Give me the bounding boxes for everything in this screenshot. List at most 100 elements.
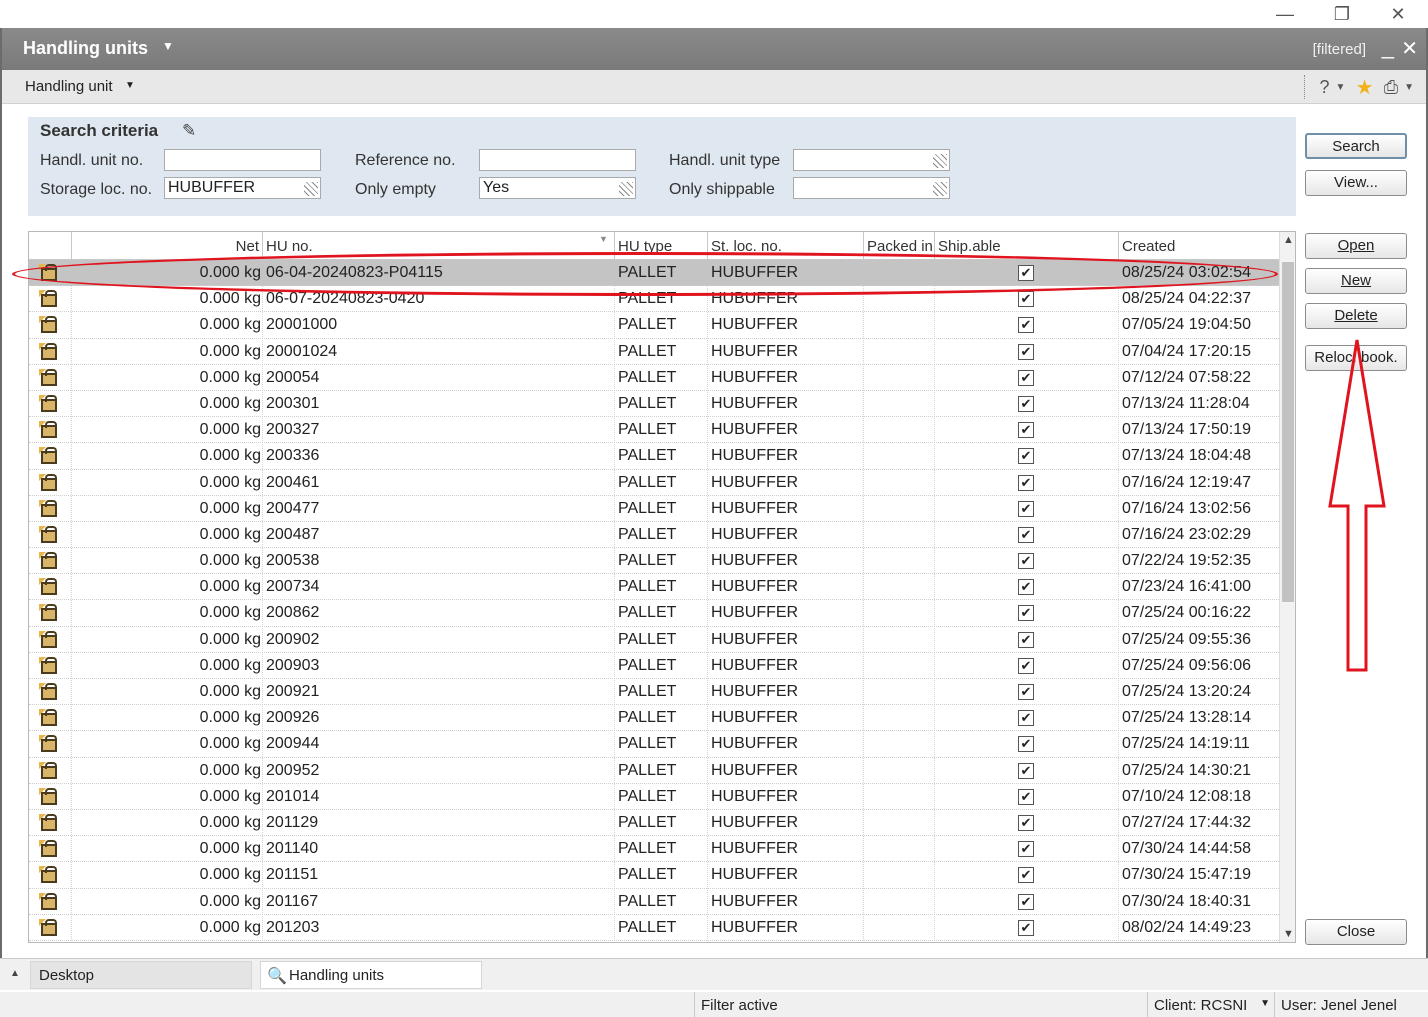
shippable-checkbox[interactable]: ✔: [1018, 448, 1034, 465]
only-shippable-select[interactable]: [793, 177, 950, 199]
tab-handling-units[interactable]: 🔍 Handling units: [260, 961, 482, 989]
client-dropdown-icon[interactable]: ▼: [1260, 998, 1270, 1009]
shippable-checkbox[interactable]: ✔: [1018, 788, 1034, 805]
shippable-checkbox[interactable]: ✔: [1018, 526, 1034, 543]
table-row[interactable]: 0.000 kg 200952 PALLET HUBUFFER ✔ 07/25/24 14…: [29, 758, 1279, 784]
menu-handling-unit[interactable]: Handling unit: [25, 78, 113, 95]
col-hu-no[interactable]: HU no.: [266, 238, 313, 255]
cell-net: 0.000 kg: [199, 735, 261, 753]
table-row[interactable]: 0.000 kg 200336 PALLET HUBUFFER ✔ 07/13/24 18…: [29, 443, 1279, 470]
favorite-star-icon[interactable]: ★: [1356, 75, 1374, 100]
help-dropdown-icon[interactable]: ▼: [1336, 82, 1346, 93]
print-dropdown-icon[interactable]: ▼: [1404, 82, 1414, 93]
table-vertical-scrollbar[interactable]: ▲ ▼: [1279, 232, 1295, 942]
tabs-expand-icon[interactable]: ▲: [10, 968, 20, 979]
shippable-checkbox[interactable]: ✔: [1018, 553, 1034, 570]
scroll-thumb[interactable]: [1282, 262, 1294, 602]
edit-pencil-icon[interactable]: ✎: [182, 121, 196, 141]
table-row[interactable]: 0.000 kg 200862 PALLET HUBUFFER ✔ 07/25/24 00…: [29, 600, 1279, 627]
delete-button[interactable]: Delete: [1305, 303, 1407, 329]
table-row[interactable]: 0.000 kg 201167 PALLET HUBUFFER ✔ 07/30/24 18…: [29, 889, 1279, 915]
shippable-checkbox[interactable]: ✔: [1018, 684, 1034, 700]
table-row[interactable]: 0.000 kg 201129 PALLET HUBUFFER ✔ 07/27/24 17…: [29, 810, 1279, 837]
col-net[interactable]: Net: [73, 238, 259, 255]
close-button[interactable]: Close: [1305, 919, 1407, 945]
panel-titlebar: Handling units ▼ [filtered] _ ✕: [2, 28, 1426, 70]
panel-close-icon[interactable]: ✕: [1401, 36, 1418, 61]
help-icon[interactable]: ?: [1319, 77, 1329, 98]
tab-desktop[interactable]: Desktop: [30, 961, 252, 989]
search-button[interactable]: Search: [1305, 133, 1407, 159]
table-row[interactable]: 0.000 kg 200461 PALLET HUBUFFER ✔ 07/16/24 12…: [29, 470, 1279, 496]
cell-hu-no: 200944: [266, 735, 320, 753]
col-shippable[interactable]: Ship.able: [938, 238, 1001, 255]
annotation-up-arrow: [1328, 339, 1386, 672]
table-row[interactable]: 0.000 kg 200538 PALLET HUBUFFER ✔ 07/22/24 19…: [29, 548, 1279, 575]
table-row[interactable]: 0.000 kg 200301 PALLET HUBUFFER ✔ 07/13/24 11…: [29, 391, 1279, 418]
title-dropdown-icon[interactable]: ▼: [162, 39, 174, 53]
shippable-checkbox[interactable]: ✔: [1018, 841, 1034, 858]
table-row[interactable]: 0.000 kg 201140 PALLET HUBUFFER ✔ 07/30/24 14…: [29, 836, 1279, 863]
minimize-icon[interactable]: —: [1273, 3, 1297, 25]
shippable-checkbox[interactable]: ✔: [1018, 814, 1034, 831]
col-created[interactable]: Created: [1122, 238, 1175, 255]
shippable-checkbox[interactable]: ✔: [1018, 762, 1034, 779]
hu-type-select[interactable]: [793, 149, 950, 171]
table-row[interactable]: 0.000 kg 200902 PALLET HUBUFFER ✔ 07/25/24 09…: [29, 627, 1279, 653]
status-client[interactable]: Client: RCSNI ▼: [1147, 992, 1274, 1017]
shippable-checkbox[interactable]: ✔: [1018, 893, 1034, 910]
table-row[interactable]: 0.000 kg 20001000 PALLET HUBUFFER ✔ 07/05/24 …: [29, 312, 1279, 339]
print-icon[interactable]: ⎙: [1384, 77, 1398, 98]
reference-no-input[interactable]: [479, 149, 636, 171]
panel-title[interactable]: Handling units: [23, 38, 148, 59]
table-row[interactable]: 0.000 kg 201151 PALLET HUBUFFER ✔ 07/30/24 15…: [29, 862, 1279, 889]
pallet-box-icon: [39, 656, 57, 674]
cell-net: 0.000 kg: [199, 709, 261, 727]
table-row[interactable]: 0.000 kg 200944 PALLET HUBUFFER ✔ 07/25/24 14…: [29, 731, 1279, 758]
view-button[interactable]: View...: [1305, 170, 1407, 196]
new-button[interactable]: New: [1305, 268, 1407, 294]
pallet-box-icon: [39, 368, 57, 386]
shippable-checkbox[interactable]: ✔: [1018, 422, 1034, 439]
menu-dropdown-icon[interactable]: ▼: [125, 80, 135, 91]
shippable-checkbox[interactable]: ✔: [1018, 631, 1034, 648]
shippable-checkbox[interactable]: ✔: [1018, 867, 1034, 884]
shippable-checkbox[interactable]: ✔: [1018, 343, 1034, 360]
table-row[interactable]: 0.000 kg 200734 PALLET HUBUFFER ✔ 07/23/24 16…: [29, 574, 1279, 601]
shippable-checkbox[interactable]: ✔: [1018, 579, 1034, 596]
table-row[interactable]: 0.000 kg 200477 PALLET HUBUFFER ✔ 07/16/24 13…: [29, 496, 1279, 522]
scroll-up-icon[interactable]: ▲: [1283, 234, 1294, 246]
scroll-down-icon[interactable]: ▼: [1283, 928, 1294, 940]
col-packed-in[interactable]: Packed in: [867, 238, 933, 255]
shippable-checkbox[interactable]: ✔: [1018, 369, 1034, 386]
storage-loc-select[interactable]: HUBUFFER: [164, 177, 321, 199]
hu-no-input[interactable]: [164, 149, 321, 171]
open-button[interactable]: Open: [1305, 233, 1407, 259]
shippable-checkbox[interactable]: ✔: [1018, 657, 1034, 674]
shippable-checkbox[interactable]: ✔: [1018, 291, 1034, 308]
table-row[interactable]: 0.000 kg 201014 PALLET HUBUFFER ✔ 07/10/24 12…: [29, 784, 1279, 810]
table-row[interactable]: 0.000 kg 200054 PALLET HUBUFFER ✔ 07/12/24 07…: [29, 365, 1279, 391]
shippable-checkbox[interactable]: ✔: [1018, 500, 1034, 517]
table-row[interactable]: 0.000 kg 200487 PALLET HUBUFFER ✔ 07/16/24 23…: [29, 522, 1279, 549]
shippable-checkbox[interactable]: ✔: [1018, 317, 1034, 334]
restore-icon[interactable]: ❐: [1330, 3, 1354, 25]
sort-indicator-icon: ▼: [599, 234, 608, 244]
cell-net: 0.000 kg: [199, 840, 261, 858]
shippable-checkbox[interactable]: ✔: [1018, 474, 1034, 491]
table-row[interactable]: 0.000 kg 200903 PALLET HUBUFFER ✔ 07/25/24 09…: [29, 653, 1279, 679]
table-row[interactable]: 0.000 kg 200921 PALLET HUBUFFER ✔ 07/25/24 13…: [29, 679, 1279, 706]
table-row[interactable]: 0.000 kg 200926 PALLET HUBUFFER ✔ 07/25/24 13…: [29, 705, 1279, 732]
shippable-checkbox[interactable]: ✔: [1018, 605, 1034, 622]
close-window-icon[interactable]: ✕: [1386, 3, 1410, 25]
shippable-checkbox[interactable]: ✔: [1018, 710, 1034, 727]
table-row[interactable]: 0.000 kg 200327 PALLET HUBUFFER ✔ 07/13/24 17…: [29, 417, 1279, 444]
shippable-checkbox[interactable]: ✔: [1018, 736, 1034, 753]
shippable-checkbox[interactable]: ✔: [1018, 395, 1034, 412]
table-row[interactable]: 0.000 kg 201203 PALLET HUBUFFER ✔ 08/02/24 14…: [29, 915, 1279, 941]
cell-hu-type: PALLET: [618, 316, 677, 334]
shippable-checkbox[interactable]: ✔: [1018, 919, 1034, 936]
panel-minimize-icon[interactable]: _: [1382, 34, 1394, 60]
table-row[interactable]: 0.000 kg 20001024 PALLET HUBUFFER ✔ 07/04/24 …: [29, 339, 1279, 365]
only-empty-select[interactable]: Yes: [479, 177, 636, 199]
